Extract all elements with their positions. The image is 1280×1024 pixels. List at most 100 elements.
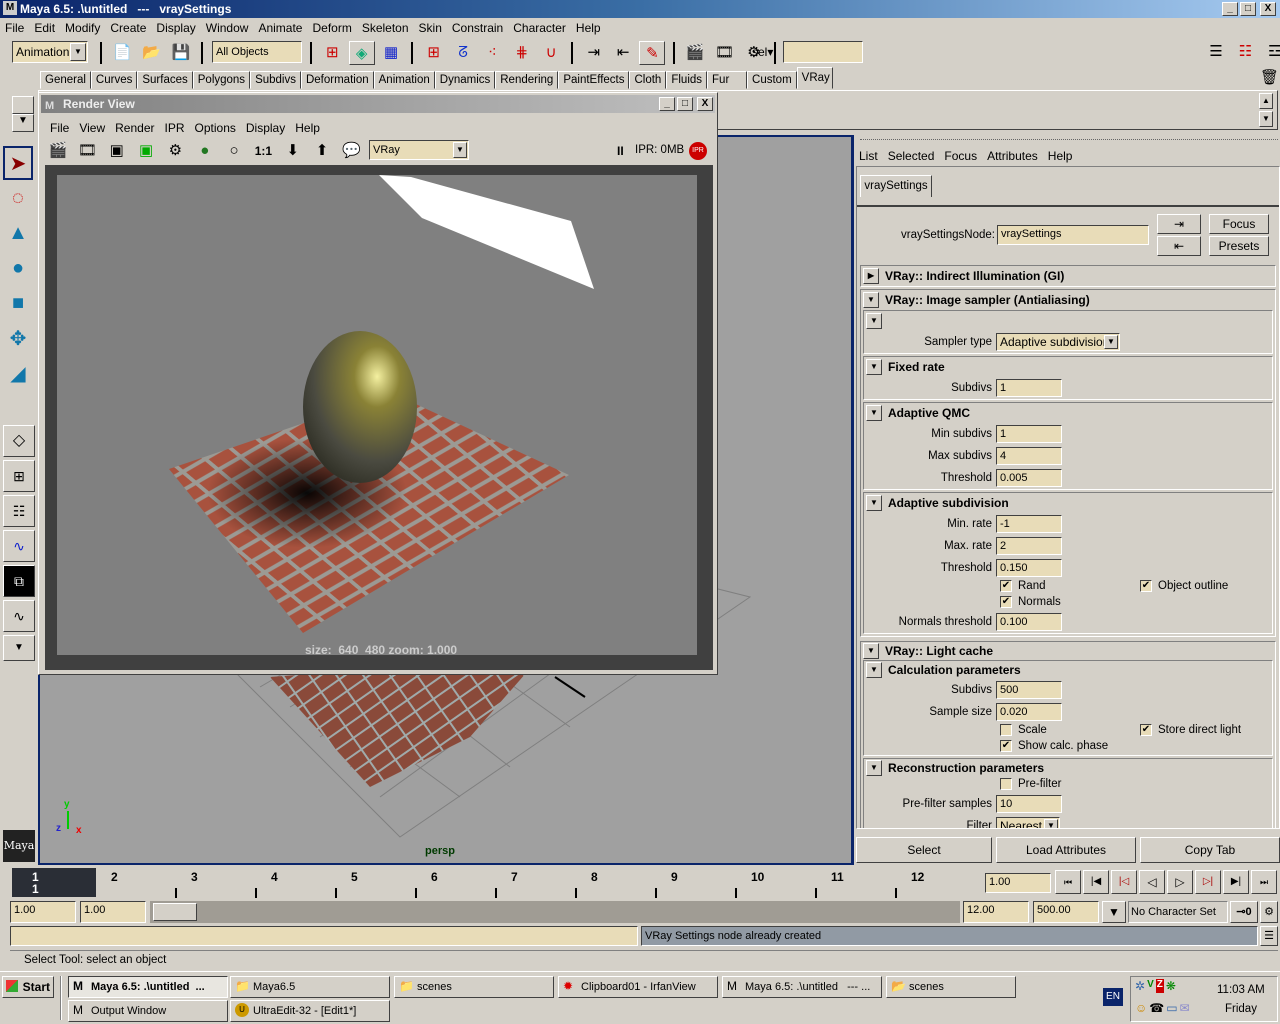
normals-threshold-field[interactable]: 0.100 bbox=[996, 613, 1062, 631]
go-to-start-icon[interactable]: ⏮ bbox=[1055, 870, 1081, 894]
snap-point-icon[interactable]: ⁖ bbox=[479, 41, 505, 65]
persp-trax-graph-layout-icon[interactable]: ∿ bbox=[3, 600, 35, 632]
menu-file[interactable]: File bbox=[0, 19, 29, 37]
presets-button[interactable]: Presets bbox=[1209, 236, 1269, 256]
persp-graph-layout-icon[interactable]: ∿ bbox=[3, 530, 35, 562]
shelf-tab-fur[interactable]: Fur bbox=[707, 71, 748, 89]
hypershade-persp-layout-icon[interactable]: ⧉ bbox=[3, 565, 35, 597]
calc-params-title[interactable]: Calculation parameters bbox=[888, 663, 1021, 677]
shelf-tab-general[interactable]: General bbox=[40, 71, 91, 89]
pause-ipr-icon[interactable]: II bbox=[617, 144, 624, 158]
range-slider-handle[interactable] bbox=[153, 903, 197, 921]
current-time-field[interactable]: 1.00 bbox=[985, 873, 1051, 893]
menu-skeleton[interactable]: Skeleton bbox=[357, 19, 414, 37]
ae-menu-list[interactable]: List bbox=[854, 147, 883, 165]
menu-character[interactable]: Character bbox=[508, 19, 571, 37]
collapse-icon[interactable]: ▼ bbox=[866, 760, 882, 776]
character-set-dropdown[interactable]: No Character Set bbox=[1128, 901, 1228, 923]
expand-icon[interactable]: ▶ bbox=[863, 268, 879, 284]
collapse-icon[interactable]: ▼ bbox=[866, 662, 882, 678]
menu-skin[interactable]: Skin bbox=[414, 19, 447, 37]
virus-scan-icon[interactable]: V bbox=[1147, 979, 1154, 993]
minimize-button[interactable]: _ bbox=[1222, 2, 1238, 16]
shelf-tab-curves[interactable]: Curves bbox=[90, 71, 138, 89]
auto-key-icon[interactable]: ⊸0 bbox=[1230, 901, 1258, 923]
select-button[interactable]: Select bbox=[856, 837, 992, 863]
alpha-channel-icon[interactable]: ○ bbox=[221, 139, 247, 163]
snap-curve-icon[interactable]: ᘔ bbox=[450, 41, 476, 65]
snap-view-plane-icon[interactable]: ⋕ bbox=[509, 41, 535, 65]
more-layouts-chevron-icon[interactable]: ▼ bbox=[3, 635, 35, 661]
language-indicator[interactable]: EN bbox=[1103, 988, 1123, 1006]
render-view-maximize-button[interactable]: □ bbox=[677, 97, 693, 111]
rotate-tool-icon[interactable]: ● bbox=[3, 251, 33, 285]
end-time-field[interactable]: 500.00 bbox=[1033, 901, 1099, 923]
shelf-tab-custom[interactable]: Custom bbox=[747, 71, 797, 89]
single-view-layout-icon[interactable]: ◇ bbox=[3, 425, 35, 457]
render-info-icon[interactable]: 💬 bbox=[338, 139, 364, 163]
task-ultraedit[interactable]: U UltraEdit-32 - [Edit1*] bbox=[230, 1000, 390, 1022]
qmc-threshold-field[interactable]: 0.005 bbox=[996, 469, 1062, 487]
task-maya-main[interactable]: M Maya 6.5: .\untitled ... bbox=[68, 976, 228, 998]
manipulator-tool-icon[interactable]: ✥ bbox=[3, 321, 33, 355]
task-maya65-folder[interactable]: 📁 Maya6.5 bbox=[230, 976, 390, 998]
collapse-icon[interactable]: ▼ bbox=[866, 405, 882, 421]
prefilter-checkbox[interactable]: Pre-filter bbox=[1000, 778, 1061, 790]
shelf-tab-polygons[interactable]: Polygons bbox=[192, 71, 251, 89]
snap-grid-icon[interactable]: ⊞ bbox=[421, 41, 447, 65]
shelf-tab-vray[interactable]: VRay bbox=[796, 67, 833, 89]
shelf-menu-button[interactable] bbox=[12, 96, 34, 114]
quick-select-field[interactable] bbox=[783, 41, 863, 63]
shelf-tab-cloth[interactable]: Cloth bbox=[629, 71, 667, 89]
shelf-scroll-down-icon[interactable]: ▼ bbox=[1259, 111, 1273, 127]
step-forward-key-icon[interactable]: ▶| bbox=[1223, 870, 1249, 894]
rv-menu-render[interactable]: Render bbox=[110, 119, 159, 137]
rv-menu-file[interactable]: File bbox=[45, 119, 74, 137]
ipr-render-icon[interactable]: ▣ bbox=[104, 139, 130, 163]
rand-checkbox[interactable]: ✔ Rand bbox=[1000, 580, 1046, 592]
ae-menu-attributes[interactable]: Attributes bbox=[982, 147, 1043, 165]
menu-create[interactable]: Create bbox=[105, 19, 151, 37]
adaptive-qmc-title[interactable]: Adaptive QMC bbox=[888, 406, 970, 420]
ae-menu-selected[interactable]: Selected bbox=[883, 147, 940, 165]
range-slider[interactable] bbox=[150, 901, 960, 923]
toggle-attribute-editor-icon[interactable]: ☲ bbox=[1262, 40, 1280, 64]
output-ops-icon[interactable]: ⇤ bbox=[610, 41, 636, 65]
select-object-icon[interactable]: ◈ bbox=[348, 41, 375, 65]
save-scene-icon[interactable]: 💾 bbox=[168, 41, 194, 65]
select-tool-icon[interactable]: ➤ bbox=[3, 146, 33, 180]
renderer-dropdown[interactable]: VRay ▼ bbox=[369, 140, 469, 160]
refresh-ipr-icon[interactable]: ▣ bbox=[133, 139, 159, 163]
menu-deform[interactable]: Deform bbox=[307, 19, 356, 37]
playback-start-field[interactable]: 1.00 bbox=[80, 901, 146, 923]
task-output-window[interactable]: M Output Window bbox=[68, 1000, 228, 1022]
shelf-tab-painteffects[interactable]: PaintEffects bbox=[558, 71, 630, 89]
rv-menu-options[interactable]: Options bbox=[190, 119, 241, 137]
open-scene-icon[interactable]: 📂 bbox=[139, 41, 165, 65]
render-frame-icon[interactable]: 🎬 bbox=[682, 41, 708, 65]
show-calc-phase-checkbox[interactable]: ✔ Show calc. phase bbox=[1000, 740, 1108, 752]
collapse-icon[interactable]: ▼ bbox=[866, 313, 882, 329]
ipr-render-icon[interactable]: 🎞 bbox=[712, 41, 738, 65]
menu-display[interactable]: Display bbox=[151, 19, 200, 37]
time-slider[interactable]: 1 1 2 3 4 5 6 7 8 9 10 11 12 bbox=[12, 868, 980, 898]
collapse-icon[interactable]: ▼ bbox=[863, 292, 879, 308]
rendered-image[interactable] bbox=[57, 175, 697, 655]
input-connections-icon[interactable]: ⇥ bbox=[1157, 214, 1201, 234]
shelf-tab-surfaces[interactable]: Surfaces bbox=[137, 71, 193, 89]
load-attributes-button[interactable]: Load Attributes bbox=[996, 837, 1136, 863]
lc-subdivs-field[interactable]: 500 bbox=[996, 681, 1062, 699]
step-forward-frame-icon[interactable]: ▷| bbox=[1195, 870, 1221, 894]
as-min-rate-field[interactable]: -1 bbox=[996, 515, 1062, 533]
mel-command-input[interactable] bbox=[10, 926, 638, 946]
input-ops-icon[interactable]: ⇥ bbox=[581, 41, 607, 65]
animation-prefs-icon[interactable]: ⚙ bbox=[1260, 901, 1278, 923]
fixed-rate-title[interactable]: Fixed rate bbox=[888, 360, 945, 374]
as-max-rate-field[interactable]: 2 bbox=[996, 537, 1062, 555]
quick-select-label[interactable]: sel▾ bbox=[752, 45, 773, 59]
select-hierarchy-icon[interactable]: ⊞ bbox=[319, 41, 345, 65]
collapse-icon[interactable]: ▼ bbox=[863, 643, 879, 659]
section-gi-title[interactable]: VRay:: Indirect Illumination (GI) bbox=[885, 269, 1064, 283]
playback-end-field[interactable]: 12.00 bbox=[963, 901, 1029, 923]
scale-checkbox[interactable]: Scale bbox=[1000, 724, 1047, 736]
